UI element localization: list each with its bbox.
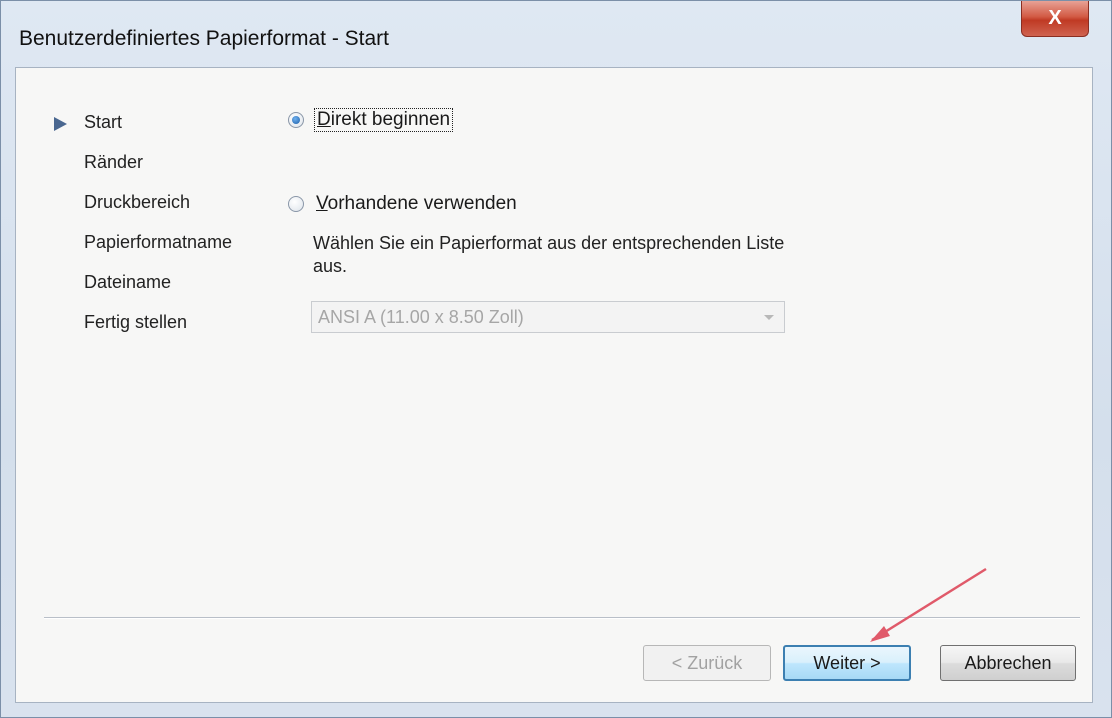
step-start: Start (54, 108, 232, 148)
paper-format-select[interactable]: ANSI A (11.00 x 8.50 Zoll) (311, 301, 785, 333)
current-step-arrow-icon (54, 117, 67, 131)
step-label: Fertig stellen (84, 312, 188, 332)
select-description: Wählen Sie ein Papierformat aus der ents… (313, 233, 785, 276)
step-label: Dateiname (84, 272, 172, 292)
paper-format-value: ANSI A (11.00 x 8.50 Zoll) (318, 307, 524, 327)
step-label: Druckbereich (84, 192, 191, 212)
window-title: Benutzerdefiniertes Papierformat - Start (19, 27, 390, 50)
dialog-content: Start Ränder Druckbereich Papierformatna… (15, 67, 1093, 703)
step-label: Start (84, 112, 123, 132)
footer-separator (44, 617, 1080, 619)
chevron-down-icon (764, 315, 774, 320)
next-button-label: Weiter > (813, 652, 881, 673)
wizard-steps: Start Ränder Druckbereich Papierformatna… (54, 108, 232, 348)
cancel-button[interactable]: Abbrechen (940, 645, 1076, 681)
step-raender: Ränder (54, 148, 232, 188)
step-fertig-stellen: Fertig stellen (54, 308, 232, 348)
step-dateiname: Dateiname (54, 268, 232, 308)
close-button[interactable]: X (1021, 1, 1089, 37)
step-label: Ränder (84, 152, 144, 172)
radio-direct-start-label[interactable]: Direkt beginnen (314, 108, 454, 132)
next-button[interactable]: Weiter > (783, 645, 911, 681)
radio-direct-start[interactable]: Direkt beginnen (288, 108, 454, 132)
radio-use-existing-label[interactable]: Vorhandene verwenden (314, 193, 519, 215)
radio-button-checked[interactable] (288, 112, 304, 128)
back-button-label: < Zurück (671, 652, 743, 673)
radio-use-existing[interactable]: Vorhandene verwenden (288, 193, 519, 215)
step-druckbereich: Druckbereich (54, 188, 232, 228)
cancel-button-label: Abbrechen (964, 652, 1052, 673)
step-label: Papierformatname (84, 232, 233, 252)
close-icon: X (1048, 7, 1062, 29)
dialog-window: Benutzerdefiniertes Papierformat - Start… (0, 0, 1112, 718)
back-button[interactable]: < Zurück (643, 645, 771, 681)
step-papierformatname: Papierformatname (54, 228, 232, 268)
radio-button-unchecked[interactable] (288, 196, 304, 212)
title-bar: Benutzerdefiniertes Papierformat - Start… (1, 1, 1111, 67)
